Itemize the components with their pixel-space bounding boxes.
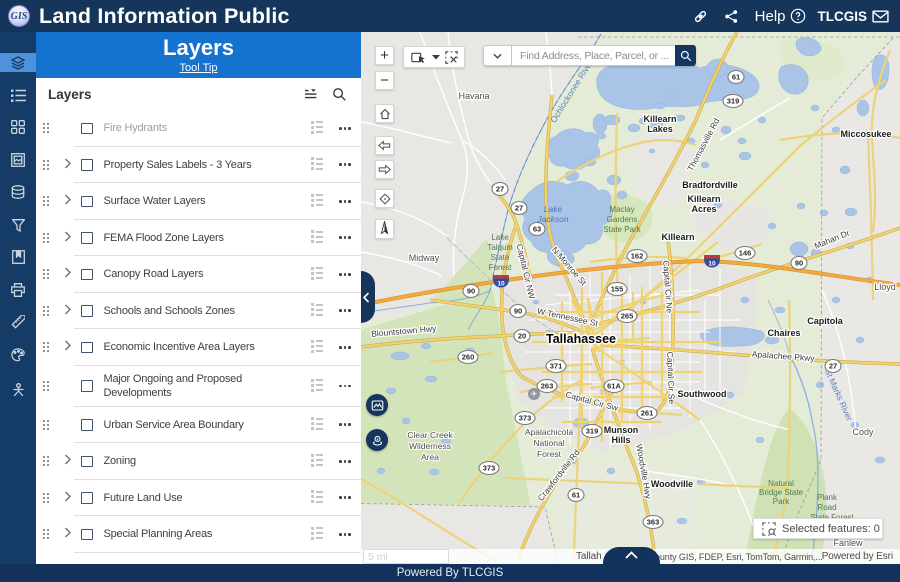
svg-text:10: 10 xyxy=(708,261,716,268)
svg-text:Forest: Forest xyxy=(537,449,562,459)
svg-text:371: 371 xyxy=(550,362,563,371)
svg-text:Wilderness: Wilderness xyxy=(409,441,451,451)
svg-text:Maclay: Maclay xyxy=(609,205,634,214)
svg-text:Talquin: Talquin xyxy=(487,243,512,252)
svg-text:90: 90 xyxy=(467,287,475,296)
svg-text:Fanlew: Fanlew xyxy=(833,538,863,548)
svg-text:State: State xyxy=(491,253,510,262)
svg-text:Park: Park xyxy=(773,497,790,506)
svg-text:Killearn: Killearn xyxy=(643,114,676,124)
svg-text:Havana: Havana xyxy=(458,91,489,101)
svg-text:319: 319 xyxy=(727,97,740,106)
svg-text:Woodville: Woodville xyxy=(651,479,693,489)
svg-text:146: 146 xyxy=(739,249,752,258)
svg-text:319: 319 xyxy=(586,427,599,436)
svg-text:Cody: Cody xyxy=(852,427,874,437)
svg-text:Capitola: Capitola xyxy=(807,316,843,326)
svg-text:90: 90 xyxy=(795,259,803,268)
svg-text:260: 260 xyxy=(462,353,475,362)
svg-text:Chaires: Chaires xyxy=(767,328,800,338)
svg-text:Killearn: Killearn xyxy=(687,194,720,204)
svg-text:20: 20 xyxy=(518,332,526,341)
svg-text:261: 261 xyxy=(641,409,654,418)
svg-text:263: 263 xyxy=(541,382,554,391)
svg-text:363: 363 xyxy=(647,518,660,527)
svg-text:10: 10 xyxy=(497,281,505,288)
svg-text:Tallahassee: Tallahassee xyxy=(546,332,616,346)
svg-text:Miccosukee: Miccosukee xyxy=(840,129,891,139)
svg-text:Lake: Lake xyxy=(544,204,563,214)
svg-text:61A: 61A xyxy=(607,382,621,391)
svg-text:National: National xyxy=(533,438,564,448)
svg-text:State Park: State Park xyxy=(603,225,641,234)
svg-text:63: 63 xyxy=(533,225,541,234)
svg-text:Gardens: Gardens xyxy=(607,215,638,224)
svg-text:27: 27 xyxy=(829,362,837,371)
svg-text:Road: Road xyxy=(817,503,836,512)
svg-text:Lake: Lake xyxy=(491,233,509,242)
svg-text:373: 373 xyxy=(519,414,532,423)
svg-text:Lloyd: Lloyd xyxy=(874,282,896,292)
svg-text:155: 155 xyxy=(611,285,624,294)
svg-text:Killearn: Killearn xyxy=(661,232,694,242)
svg-text:27: 27 xyxy=(515,204,523,213)
svg-text:Bradfordville: Bradfordville xyxy=(682,180,738,190)
svg-text:Acres: Acres xyxy=(691,204,716,214)
svg-text:Natural: Natural xyxy=(768,479,794,488)
svg-text:Jackson: Jackson xyxy=(536,214,568,224)
svg-text:Clear Creek: Clear Creek xyxy=(407,430,453,440)
svg-text:Munson: Munson xyxy=(604,425,639,435)
svg-text:Lakes: Lakes xyxy=(647,124,673,134)
svg-text:Area: Area xyxy=(421,452,439,462)
svg-text:90: 90 xyxy=(514,307,522,316)
svg-text:265: 265 xyxy=(621,312,634,321)
svg-text:Hills: Hills xyxy=(611,435,630,445)
svg-text:✈: ✈ xyxy=(531,390,538,399)
svg-text:Southwood: Southwood xyxy=(678,389,727,399)
svg-text:61: 61 xyxy=(732,73,740,82)
svg-text:373: 373 xyxy=(483,464,496,473)
svg-text:Apalachicola: Apalachicola xyxy=(525,427,573,437)
svg-text:27: 27 xyxy=(496,185,504,194)
svg-text:Capital Cir Se: Capital Cir Se xyxy=(665,352,677,405)
svg-text:Midway: Midway xyxy=(409,253,440,263)
svg-text:162: 162 xyxy=(631,252,644,261)
svg-text:61: 61 xyxy=(572,491,580,500)
svg-text:Bridge State: Bridge State xyxy=(759,488,804,497)
svg-text:Forest: Forest xyxy=(489,263,512,272)
svg-text:Plank: Plank xyxy=(817,493,838,502)
